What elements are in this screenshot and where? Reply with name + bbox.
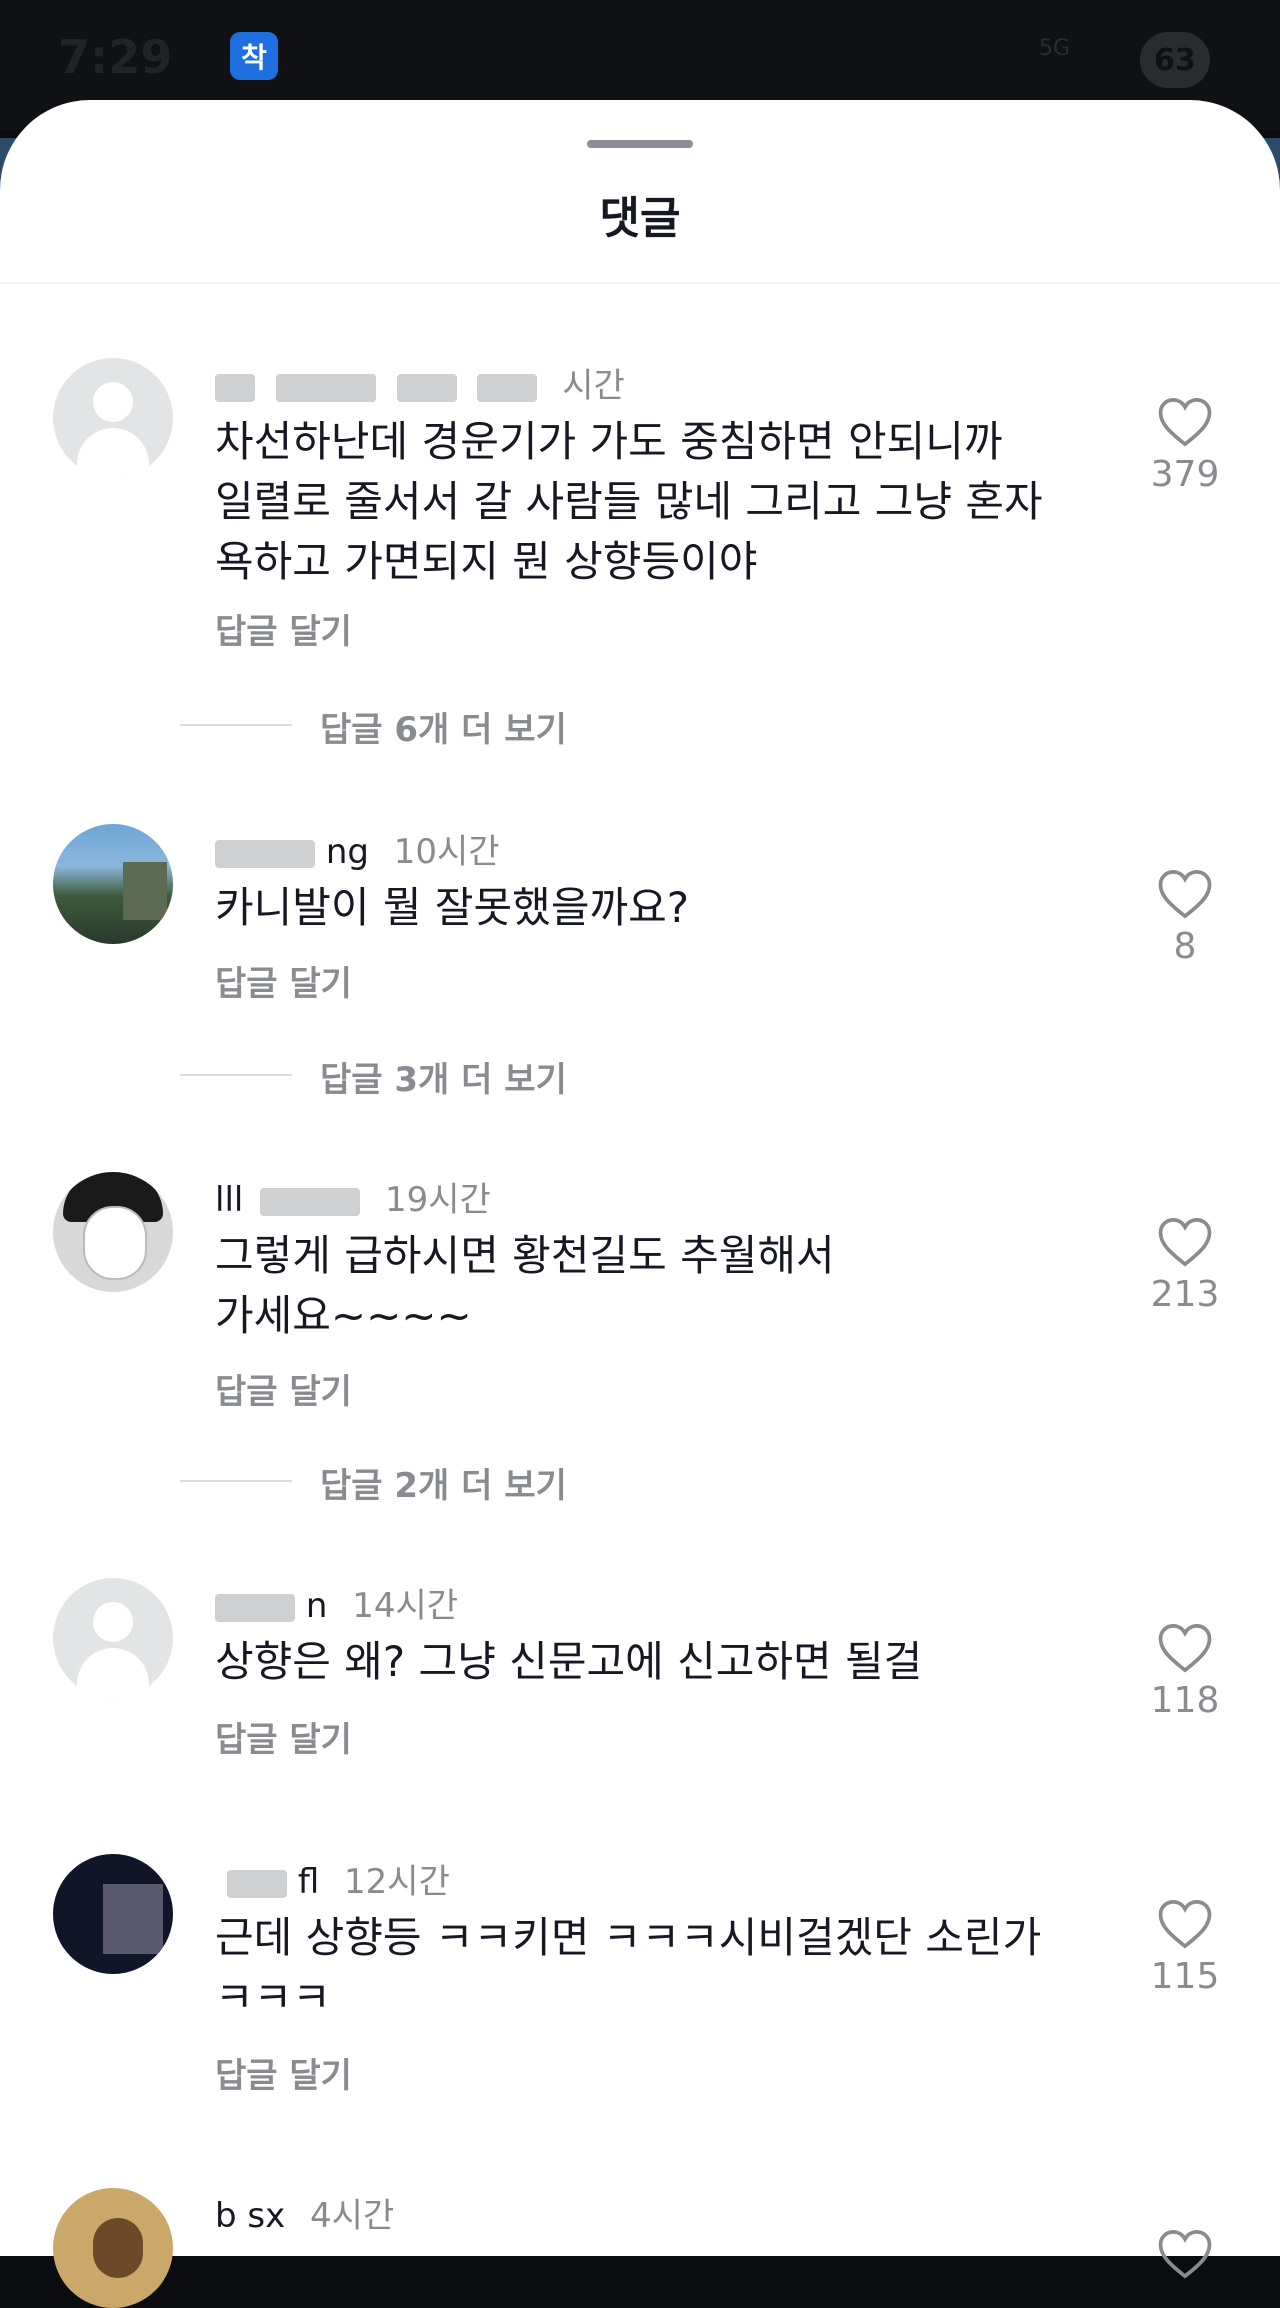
- comment-time: 12시간: [344, 1862, 450, 1902]
- comment-text-line: 차선하난데 경운기가 가도 중침하면 안되니까: [215, 417, 1003, 466]
- dog-photo-avatar[interactable]: [53, 2188, 173, 2308]
- like-count: 213: [1150, 1274, 1220, 1315]
- comment-text: 차선하난데 경운기가 가도 중침하면 안되니까 일렬로 줄서서 갈 사람들 많네…: [215, 412, 1095, 592]
- masked-username: [477, 373, 538, 402]
- header-divider: [0, 282, 1280, 284]
- default-avatar[interactable]: [53, 1578, 173, 1698]
- comment-text-line: 그렇게 급하시면 황천길도 추월해서: [215, 1231, 835, 1280]
- heart-icon: [1158, 869, 1212, 919]
- masked-username: [275, 373, 376, 402]
- like-button[interactable]: 118: [1130, 1622, 1240, 1721]
- masked-username: [215, 839, 315, 868]
- masked-username: [215, 1593, 295, 1622]
- comments-sheet: 댓글 시간 차선하난데 경운기가 가도 중침하면 안되니까 일렬로 줄서서 갈 …: [0, 100, 1280, 2308]
- masked-username: [215, 373, 255, 402]
- reply-button[interactable]: 답글 달기: [215, 2048, 352, 2097]
- like-count: 118: [1150, 1680, 1220, 1721]
- comment-text: 그렇게 급하시면 황천길도 추월해서 가세요~~~~: [215, 1226, 1095, 1346]
- comment-text: 근데 상향등 ㅋㅋ키면 ㅋㅋㅋ시비걸겠단 소린가 ㅋㅋㅋ: [215, 1908, 1095, 2028]
- more-replies-line: [180, 724, 292, 726]
- like-button[interactable]: 115: [1130, 1898, 1240, 1997]
- like-button[interactable]: 213: [1130, 1216, 1240, 1315]
- masked-username: [260, 1187, 361, 1216]
- reply-button[interactable]: 답글 달기: [215, 1364, 352, 1413]
- reply-button[interactable]: 답글 달기: [215, 1712, 352, 1761]
- comment-text-line: 욕하고 가면되지 뭔 상향등이야: [215, 537, 758, 586]
- notification-badge-icon: 착: [230, 32, 278, 80]
- username-visible: ng: [325, 832, 369, 872]
- reply-button[interactable]: 답글 달기: [215, 956, 352, 1005]
- comment-text-line: 카니발이 뭘 잘못했을까요?: [215, 883, 690, 932]
- like-count: 115: [1150, 1956, 1220, 1997]
- comment-username[interactable]: 시간: [215, 358, 625, 407]
- sheet-grabber-handle[interactable]: [587, 140, 693, 148]
- comment-username[interactable]: lll 19시간: [215, 1172, 491, 1221]
- like-count: 8: [1173, 926, 1197, 967]
- heart-icon: [1158, 1217, 1212, 1267]
- username-visible: lll: [215, 1180, 244, 1220]
- like-count: 379: [1150, 454, 1220, 495]
- heart-icon: [1158, 2229, 1212, 2279]
- username-visible: n: [305, 1586, 328, 1626]
- comment-time: 시간: [562, 366, 625, 406]
- night-photo-avatar[interactable]: [53, 1854, 173, 1974]
- sky-photo-avatar[interactable]: [53, 824, 173, 944]
- like-button[interactable]: [1130, 2228, 1240, 2280]
- masked-username: [227, 1869, 287, 1898]
- more-replies-line: [180, 1480, 292, 1482]
- comment-time: 14시간: [352, 1586, 459, 1626]
- comment-text: 상향은 왜? 그냥 신문고에 신고하면 될걸: [215, 1632, 1095, 1692]
- username-visible: fl: [297, 1862, 320, 1902]
- battery-icon: 63: [1140, 32, 1210, 88]
- more-replies-line: [180, 1074, 292, 1076]
- comment-time: 19시간: [384, 1180, 491, 1220]
- comment-text: 카니발이 뭘 잘못했을까요?: [215, 878, 1095, 938]
- heart-icon: [1158, 397, 1212, 447]
- comment-text-line: 일렬로 줄서서 갈 사람들 많네 그리고 그냥 혼자: [215, 477, 1043, 526]
- comment-username[interactable]: fl 12시간: [215, 1854, 450, 1903]
- comment-text-line: 근데 상향등 ㅋㅋ키면 ㅋㅋㅋ시비걸겠단 소린가: [215, 1913, 1042, 1962]
- reply-button[interactable]: 답글 달기: [215, 604, 352, 653]
- more-replies-label: 답글 2개 더 보기: [320, 1466, 567, 1506]
- heart-icon: [1158, 1623, 1212, 1673]
- default-avatar[interactable]: [53, 358, 173, 478]
- mask-photo-avatar[interactable]: [53, 1172, 173, 1292]
- comment-username[interactable]: n 14시간: [215, 1578, 458, 1627]
- more-replies-label: 답글 3개 더 보기: [320, 1060, 567, 1100]
- more-replies-label: 답글 6개 더 보기: [320, 710, 567, 750]
- comment-username[interactable]: b sx 4시간: [215, 2188, 394, 2237]
- sheet-title: 댓글: [599, 193, 681, 244]
- heart-icon: [1158, 1899, 1212, 1949]
- username-visible: b sx: [215, 2196, 286, 2236]
- comment-text-line: 가세요~~~~: [215, 1291, 472, 1340]
- network-indicator: 5G: [1038, 36, 1070, 61]
- comment-text-line: 상향은 왜? 그냥 신문고에 신고하면 될걸: [215, 1637, 923, 1686]
- like-button[interactable]: 379: [1130, 396, 1240, 495]
- comment-text-line: ㅋㅋㅋ: [215, 1973, 331, 2022]
- comment-username[interactable]: ng 10시간: [215, 824, 500, 873]
- like-button[interactable]: 8: [1130, 868, 1240, 967]
- comment-time: 4시간: [310, 2196, 395, 2236]
- masked-username: [396, 373, 457, 402]
- status-time: 7:29: [58, 30, 173, 84]
- comment-time: 10시간: [393, 832, 500, 872]
